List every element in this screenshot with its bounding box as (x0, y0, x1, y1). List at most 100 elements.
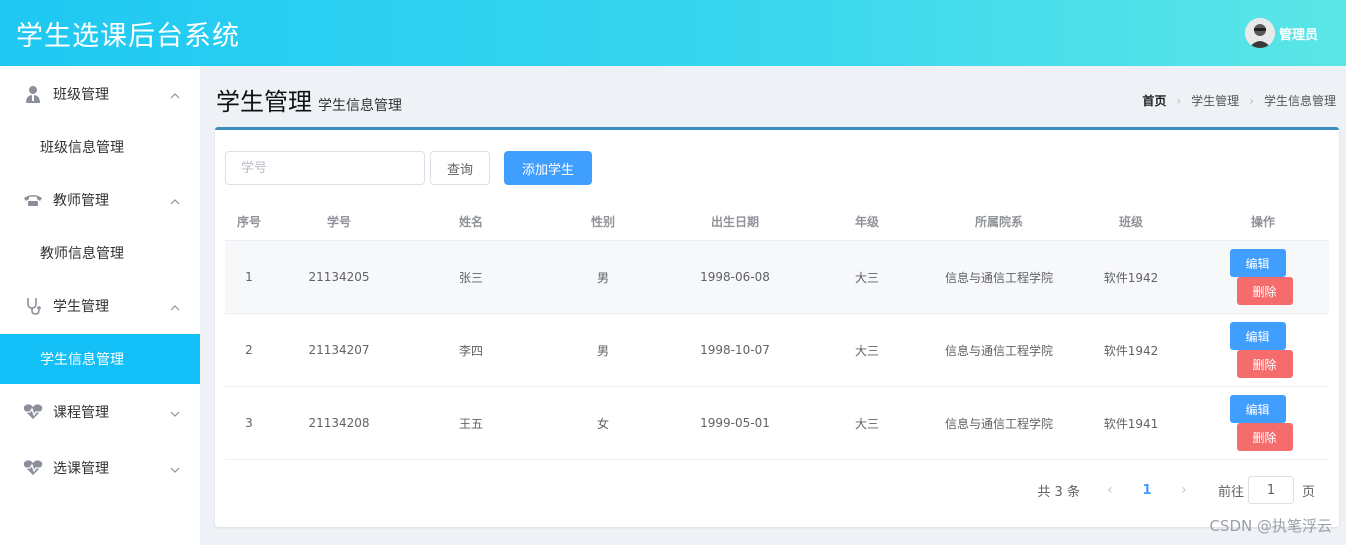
sidebar-group-teacher[interactable]: 教师管理 (0, 172, 200, 228)
chevron-right-icon: › (1176, 93, 1182, 108)
table-row: 1 21134205 张三 男 1998-06-08 大三 信息与通信工程学院 … (225, 241, 1329, 314)
cell-gender: 男 (596, 343, 609, 358)
column-header: 操作 (1250, 215, 1275, 229)
column-header: 年级 (854, 215, 879, 229)
sidebar-item-teacher-info[interactable]: 教师信息管理 (0, 228, 200, 278)
cell-actions: 编辑 删除 (1197, 395, 1329, 451)
avatar[interactable] (1244, 18, 1275, 48)
sidebar: 班级管理 班级信息管理 教师管理 教师信息管理 学生管理 学生信息管理 课程管理… (0, 66, 200, 545)
cell-student-id: 21134208 (308, 416, 370, 430)
delete-button[interactable]: 删除 (1236, 423, 1293, 451)
sidebar-group-class[interactable]: 班级管理 (0, 66, 200, 122)
main-content: 学生管理 学生信息管理 首页 › 学生管理 › 学生信息管理 查询 添加学生 序… (200, 66, 1346, 545)
cell-actions: 编辑 删除 (1197, 249, 1329, 305)
column-header: 班级 (1118, 215, 1143, 229)
column-header: 序号 (236, 215, 261, 229)
user-menu[interactable]: 管理员 (1244, 18, 1318, 48)
watermark: CSDN @执笔浮云 (1209, 517, 1332, 535)
cell-student-id: 21134205 (308, 270, 370, 284)
sidebar-group-selection[interactable]: 选课管理 (0, 440, 200, 496)
stethoscope-icon (22, 297, 44, 315)
cell-index: 3 (245, 416, 253, 430)
cell-birthdate: 1998-06-08 (700, 270, 770, 284)
sidebar-group-label: 教师管理 (53, 193, 109, 209)
cell-name: 张三 (458, 270, 483, 285)
breadcrumb-home[interactable]: 首页 (1142, 92, 1166, 109)
cell-department: 信息与通信工程学院 (944, 270, 1053, 285)
cell-index: 1 (245, 270, 253, 284)
breadcrumb-current: 学生信息管理 (1263, 94, 1336, 108)
cell-class: 软件1942 (1103, 270, 1159, 285)
chevron-down-icon (170, 407, 180, 417)
page-number[interactable]: 1 (1132, 483, 1162, 498)
top-header: 学生选课后台系统 管理员 (0, 0, 1346, 66)
search-input[interactable] (225, 151, 425, 185)
chevron-up-icon (170, 195, 180, 205)
page-suffix: 页 (1301, 484, 1315, 500)
cell-department: 信息与通信工程学院 (944, 416, 1053, 431)
edit-button[interactable]: 编辑 (1229, 322, 1286, 350)
chevron-right-icon[interactable]: › (1172, 482, 1196, 498)
cell-name: 李四 (458, 343, 483, 358)
sidebar-group-label: 班级管理 (53, 87, 109, 103)
chevron-up-icon (170, 89, 180, 99)
page-header: 学生管理 学生信息管理 首页 › 学生管理 › 学生信息管理 (216, 82, 1336, 116)
column-header: 学号 (326, 215, 351, 229)
cell-birthdate: 1998-10-07 (700, 343, 770, 357)
cell-department: 信息与通信工程学院 (944, 343, 1053, 358)
user-name[interactable]: 管理员 (1279, 24, 1318, 43)
cell-index: 2 (245, 343, 253, 357)
edit-button[interactable]: 编辑 (1229, 395, 1286, 423)
table-row: 2 21134207 李四 男 1998-10-07 大三 信息与通信工程学院 … (225, 314, 1329, 387)
column-header: 所属院系 (974, 215, 1023, 229)
app-title: 学生选课后台系统 (16, 20, 240, 52)
student-table: 序号 学号 姓名 性别 出生日期 年级 所属院系 班级 操作 1 2113420… (225, 203, 1329, 460)
column-header: 出生日期 (710, 215, 759, 229)
query-button[interactable]: 查询 (430, 151, 490, 185)
content-card: 查询 添加学生 序号 学号 姓名 性别 出生日期 年级 所属院系 班级 操作 1… (215, 127, 1339, 527)
add-student-button[interactable]: 添加学生 (504, 151, 592, 185)
cell-name: 王五 (458, 416, 483, 431)
chevron-left-icon[interactable]: ‹ (1098, 482, 1122, 498)
pagination-total: 共 3 条 (1037, 484, 1080, 500)
cell-gender: 男 (596, 270, 609, 285)
cell-grade: 大三 (854, 416, 879, 431)
cell-birthdate: 1999-05-01 (700, 416, 770, 430)
pagination: 共 3 条 ‹ 1 › 前往 页 (1037, 476, 1315, 504)
sidebar-group-label: 课程管理 (53, 405, 109, 421)
sidebar-item-class-info[interactable]: 班级信息管理 (0, 122, 200, 172)
goto-page-input[interactable] (1247, 476, 1294, 504)
delete-button[interactable]: 删除 (1236, 350, 1293, 378)
user-tie-icon (22, 85, 44, 103)
sidebar-group-label: 学生管理 (53, 299, 109, 315)
toolbar: 查询 添加学生 (225, 151, 592, 185)
telephone-icon (22, 191, 44, 209)
chevron-down-icon (170, 463, 180, 473)
page-subtitle: 学生信息管理 (318, 98, 402, 114)
cell-class: 软件1941 (1103, 416, 1159, 431)
table-row: 3 21134208 王五 女 1999-05-01 大三 信息与通信工程学院 … (225, 387, 1329, 460)
delete-button[interactable]: 删除 (1236, 277, 1293, 305)
cell-gender: 女 (596, 416, 609, 431)
sidebar-group-label: 选课管理 (53, 461, 109, 477)
cell-actions: 编辑 删除 (1197, 322, 1329, 378)
column-header: 性别 (590, 215, 615, 229)
cell-student-id: 21134207 (308, 343, 370, 357)
table-header: 序号 学号 姓名 性别 出生日期 年级 所属院系 班级 操作 (225, 203, 1329, 241)
chevron-up-icon (170, 301, 180, 311)
goto-label: 前往 (1217, 484, 1244, 500)
page-title: 学生管理 (216, 88, 312, 116)
edit-button[interactable]: 编辑 (1229, 249, 1286, 277)
sidebar-item-student-info[interactable]: 学生信息管理 (0, 334, 200, 384)
cell-class: 软件1942 (1103, 343, 1159, 358)
breadcrumb-item[interactable]: 学生管理 (1191, 92, 1239, 109)
chevron-right-icon: › (1249, 93, 1254, 108)
cell-grade: 大三 (854, 270, 879, 285)
breadcrumb: 首页 › 学生管理 › 学生信息管理 (1142, 92, 1336, 109)
sidebar-group-student[interactable]: 学生管理 (0, 278, 200, 334)
heartbeat-icon (22, 459, 44, 477)
cell-grade: 大三 (854, 343, 879, 358)
heartbeat-icon (22, 403, 44, 421)
column-header: 姓名 (458, 215, 483, 229)
sidebar-group-course[interactable]: 课程管理 (0, 384, 200, 440)
